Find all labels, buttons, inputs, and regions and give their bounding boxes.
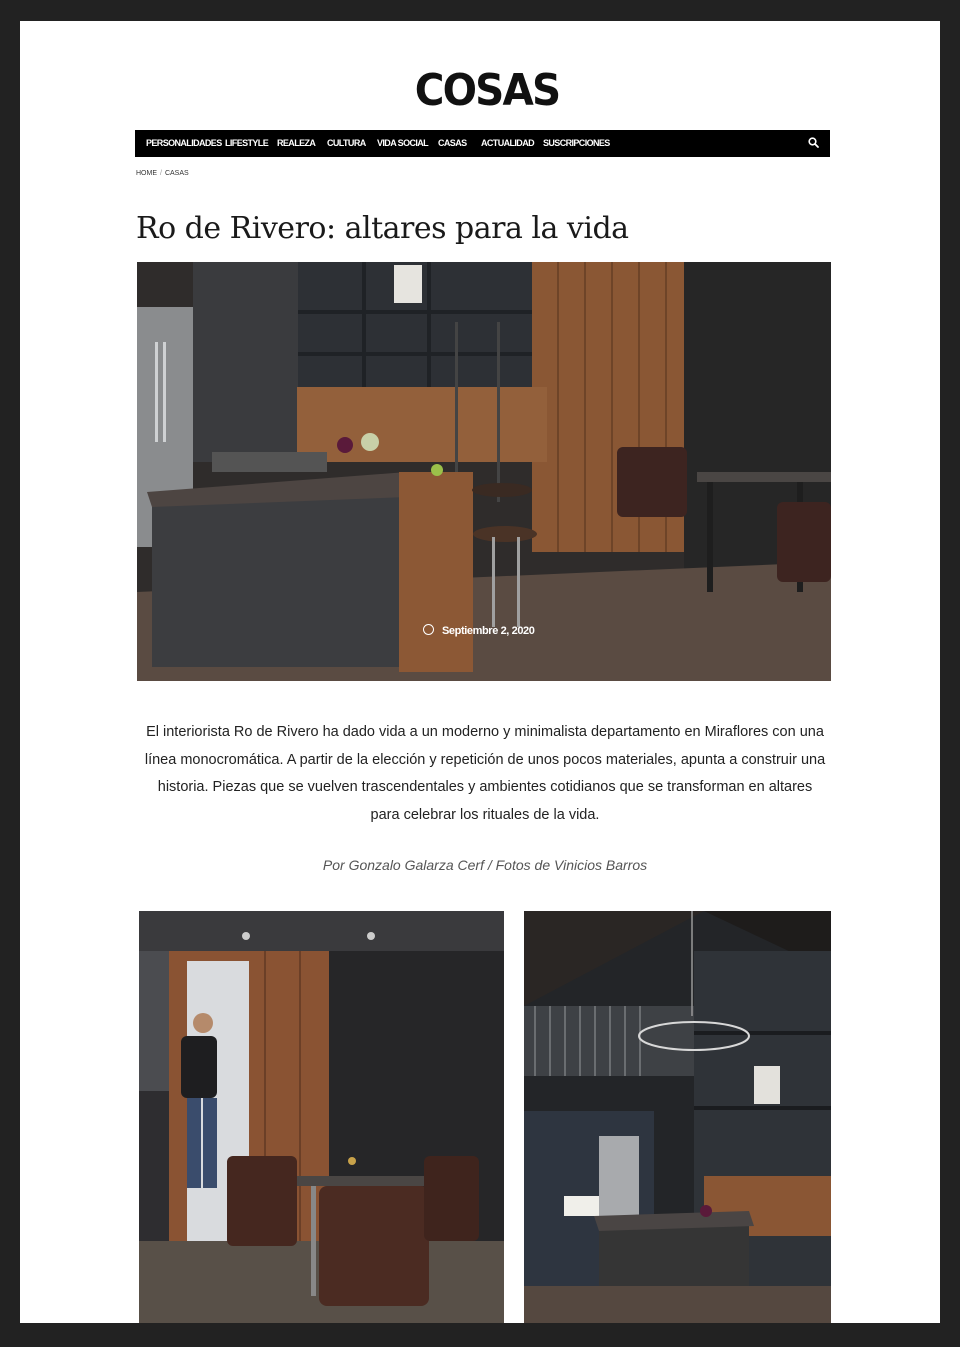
article-intro: El interiorista Ro de Rivero ha dado vid… (144, 724, 826, 823)
article-title: Ro de Rivero: altares para la vida (136, 211, 629, 246)
gallery-image-dining (139, 911, 504, 1323)
nav-item-personalidades[interactable]: PERSONALIDADES (146, 130, 222, 157)
main-navigation: PERSONALIDADES LIFESTYLE REALEZA CULTURA… (135, 130, 830, 157)
search-icon[interactable] (806, 135, 822, 151)
article-date-text: Septiembre 2, 2020 (442, 625, 535, 637)
nav-item-suscripciones[interactable]: SUSCRIPCIONES (543, 130, 610, 157)
gallery-image-kitchen (524, 911, 831, 1323)
site-logo[interactable]: COSAS (57, 65, 916, 116)
nav-item-casas[interactable]: CASAS (438, 130, 467, 157)
clock-icon (423, 624, 434, 635)
breadcrumb-current[interactable]: CASAS (165, 170, 189, 177)
nav-item-vida-social[interactable]: VIDA SOCIAL (377, 130, 429, 157)
nav-item-cultura[interactable]: CULTURA (327, 130, 366, 157)
nav-item-actualidad[interactable]: ACTUALIDAD (481, 130, 535, 157)
nav-item-realeza[interactable]: REALEZA (277, 130, 316, 157)
page-frame: COSAS PERSONALIDADES LIFESTYLE REALEZA C… (20, 21, 940, 1323)
nav-item-lifestyle[interactable]: LIFESTYLE (225, 130, 269, 157)
breadcrumb-home[interactable]: HOME (136, 170, 157, 177)
article-byline: Por Gonzalo Galarza Cerf / Fotos de Vini… (322, 857, 648, 873)
breadcrumb-separator: / (160, 170, 162, 177)
breadcrumb: HOME / CASAS (136, 170, 189, 177)
hero-image: Septiembre 2, 2020 (137, 262, 831, 681)
article-date: Septiembre 2, 2020 (423, 624, 535, 637)
